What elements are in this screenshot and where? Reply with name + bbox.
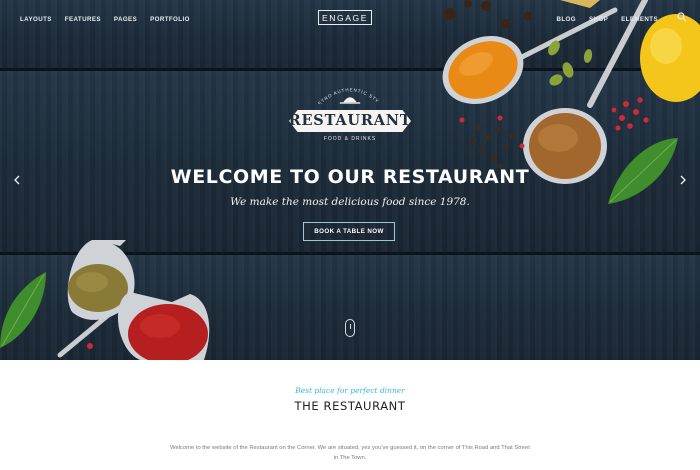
svg-text:RETRO AUTHENTIC STYLE: RETRO AUTHENTIC STYLE bbox=[294, 82, 381, 104]
restaurant-badge-logo: RETRO AUTHENTIC STYLE RESTAURANT FOOD & … bbox=[286, 82, 414, 152]
nav-item-elements[interactable]: ELEMENTS bbox=[621, 16, 658, 23]
primary-nav-right: BLOG SHOP ELEMENTS bbox=[556, 12, 658, 26]
nav-item-blog[interactable]: BLOG bbox=[556, 16, 575, 23]
site-logo[interactable]: ENGAGE bbox=[318, 10, 372, 25]
badge-title: RESTAURANT bbox=[288, 112, 412, 129]
cloche-icon bbox=[343, 97, 357, 103]
primary-nav-left: LAYOUTS FEATURES PAGES PORTFOLIO bbox=[20, 12, 190, 26]
search-icon[interactable] bbox=[677, 12, 687, 22]
nav-item-features[interactable]: FEATURES bbox=[65, 16, 101, 23]
chevron-left-icon[interactable] bbox=[12, 174, 22, 186]
page: LAYOUTS FEATURES PAGES PORTFOLIO ENGAGE … bbox=[0, 0, 700, 470]
badge-top-text: RETRO AUTHENTIC STYLE bbox=[294, 82, 380, 104]
section-kicker: Best place for perfect dinner bbox=[295, 386, 405, 395]
badge-arc-text: RETRO AUTHENTIC STYLE bbox=[294, 82, 381, 104]
nav-item-portfolio[interactable]: PORTFOLIO bbox=[150, 16, 190, 23]
lemon bbox=[640, 14, 700, 102]
scroll-mouse-icon[interactable] bbox=[345, 319, 355, 337]
cardamom bbox=[548, 40, 593, 86]
nav-item-layouts[interactable]: LAYOUTS bbox=[20, 16, 52, 23]
spoon-orange-spice bbox=[442, 7, 618, 105]
spoon-red-spice bbox=[117, 292, 210, 360]
chevron-right-icon[interactable] bbox=[678, 174, 688, 186]
peppercorns-top bbox=[444, 0, 533, 29]
badge-subtitle: FOOD & DRINKS bbox=[323, 136, 377, 142]
hero-title: WELCOME TO OUR RESTAURANT bbox=[170, 166, 530, 188]
black-peppercorns bbox=[471, 125, 515, 169]
bay-leaf-left bbox=[0, 272, 46, 348]
welcome-text: Welcome to the website of the Restaurant… bbox=[170, 445, 530, 461]
book-table-button[interactable]: BOOK A TABLE NOW bbox=[303, 222, 395, 241]
section-title: THE RESTAURANT bbox=[294, 399, 406, 413]
nav-item-pages[interactable]: PAGES bbox=[114, 16, 137, 23]
nav-item-shop[interactable]: SHOP bbox=[589, 16, 608, 23]
hero-tagline: We make the most delicious food since 19… bbox=[230, 196, 470, 208]
hero-slider: LAYOUTS FEATURES PAGES PORTFOLIO ENGAGE … bbox=[0, 0, 700, 360]
